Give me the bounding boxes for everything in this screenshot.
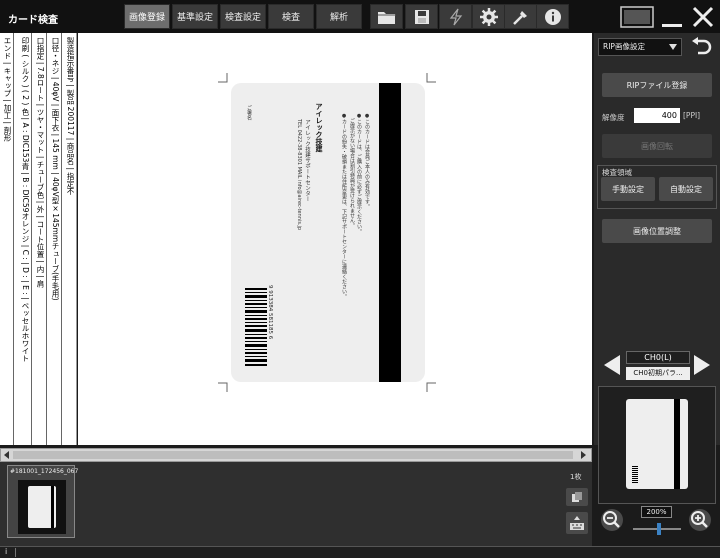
horizontal-scrollbar[interactable] — [0, 448, 592, 462]
undo-icon — [692, 37, 712, 55]
app-title: カード検査 — [8, 15, 58, 26]
save-icon — [414, 9, 429, 24]
crop-mark — [426, 382, 436, 392]
restore-window-button[interactable] — [620, 3, 654, 30]
app-window: カード検査 画像登録 基準設定 検査設定 検査 解析 製造指示番号 | 製品 2… — [0, 0, 720, 558]
folder-icon — [377, 11, 396, 24]
rip-file-register-button[interactable]: RIPファイル登録 — [602, 73, 712, 97]
info-icon — [544, 8, 561, 25]
close-icon — [692, 6, 714, 27]
channel-navigator: CH0(L) CH0初期パラ... — [594, 347, 720, 385]
minimize-button[interactable] — [658, 3, 685, 30]
crop-mark — [218, 73, 228, 83]
signature-label: ご署名 — [246, 105, 252, 120]
minimize-icon — [661, 23, 682, 27]
sheet-column: 口指定 | 7.8ロート | ツヤ・マット | チューブ色 | 外 | コート位… — [32, 33, 47, 445]
scrollbar-thumb[interactable] — [13, 451, 573, 459]
card-image: アイレック技建 ●このカードは会員ご本人のみ有効です。 ●このカードは、ご購入の… — [231, 83, 425, 382]
tools-button[interactable] — [504, 4, 537, 29]
thumbnail-label: #181001_172456_067 — [10, 468, 79, 475]
channel-preset-select[interactable]: CH0初期パラ... — [626, 367, 690, 380]
undo-button[interactable] — [686, 36, 716, 58]
keyboard-icon — [570, 516, 584, 530]
thumbnail-image — [18, 480, 66, 534]
filmstrip: #181001_172456_067 — [0, 462, 564, 546]
resolution-label: 解像度 — [602, 113, 625, 122]
keyboard-button[interactable] — [566, 512, 588, 534]
status-bar: i — [0, 546, 720, 558]
restore-icon — [620, 5, 654, 28]
save-button[interactable] — [405, 4, 438, 29]
zoom-slider[interactable] — [633, 523, 681, 535]
close-button[interactable] — [688, 3, 718, 30]
scroll-right-icon[interactable] — [579, 451, 587, 459]
tab-inspection[interactable]: 検査 — [268, 4, 314, 29]
chevron-down-icon — [669, 44, 677, 50]
preview-barcode — [632, 465, 638, 483]
tab-baseline-settings[interactable]: 基準設定 — [172, 4, 218, 29]
sheet-column: 製造指示番号 | 製品 200117 | 商品名 | 指定不 — [62, 33, 76, 445]
rip-settings-select[interactable]: RIP画像設定 — [598, 38, 682, 56]
sheet-column: 口径・ネジ | 40φV | 面下衣 | 145 mm | 40φV型×145m… — [47, 33, 62, 445]
sheet-column: 印刷 ( シルク ) ( 2 ) 色 | A : DIC153青 | B : D… — [14, 33, 32, 445]
title-bar: カード検査 画像登録 基準設定 検査設定 検査 解析 — [0, 0, 720, 33]
tab-image-register[interactable]: 画像登録 — [124, 4, 170, 29]
manual-setting-button[interactable]: 手動設定 — [601, 177, 655, 201]
tab-inspection-settings[interactable]: 検査設定 — [220, 4, 266, 29]
card-text-line: ●このカードは会員ご本人のみ有効です。 — [364, 113, 370, 209]
resolution-input[interactable]: 400 — [634, 108, 680, 123]
resolution-unit: [PPI] — [683, 111, 701, 120]
barcode — [245, 288, 267, 366]
card-text-line: アイレック技建サポートセンター — [304, 119, 310, 202]
instruction-sheet: 製造指示番号 | 製品 200117 | 商品名 | 指定不 口径・ネジ | 4… — [0, 33, 77, 445]
open-folder-button[interactable] — [370, 4, 403, 29]
card-brand: アイレック技建 — [315, 103, 323, 152]
zoom-in-icon[interactable] — [688, 508, 712, 532]
image-canvas[interactable]: アイレック技建 ●このカードは会員ご本人のみ有効です。 ●このカードは、ご購入の… — [78, 33, 592, 445]
wrench-icon — [512, 10, 527, 25]
prev-channel-icon[interactable] — [602, 353, 622, 377]
scroll-left-icon[interactable] — [3, 451, 11, 459]
image-rotate-button[interactable]: 画像回転 — [602, 134, 712, 158]
card-text-line: ●このカードは、ご購入の前に必ずご提示ください。 — [356, 113, 362, 234]
status-divider — [15, 548, 16, 557]
info-button[interactable] — [536, 4, 569, 29]
auto-setting-button[interactable]: 自動設定 — [659, 177, 713, 201]
lightning-icon — [449, 8, 462, 25]
thumbnail-stripe — [51, 486, 54, 528]
image-position-adjust-button[interactable]: 画像位置調整 — [602, 219, 712, 243]
crop-mark — [426, 73, 436, 83]
crop-mark — [218, 382, 228, 392]
zoom-slider-thumb[interactable] — [657, 523, 662, 535]
lightning-button[interactable] — [439, 4, 472, 29]
status-text: i — [5, 547, 8, 556]
filmstrip-thumbnail[interactable]: #181001_172456_067 — [7, 465, 79, 538]
card-text-line: TEL 0422-38-8301 MAIL info@airec-tennis.… — [296, 119, 302, 231]
card-text-line: ご提示がない場合は割引特典が受けられません。 — [349, 113, 355, 228]
image-count: 1枚 — [570, 473, 582, 481]
next-channel-icon[interactable] — [692, 353, 712, 377]
sheet-column: エンド | キャップ | 加工 | 剤形 — [0, 33, 14, 445]
preview-pane — [598, 386, 716, 504]
gear-icon — [479, 7, 498, 26]
channel-name: CH0(L) — [626, 351, 690, 364]
copy-button[interactable] — [566, 488, 588, 506]
tab-analysis[interactable]: 解析 — [316, 4, 362, 29]
preview-card — [626, 399, 688, 489]
preview-stripe — [674, 399, 680, 489]
rip-select-value: RIP画像設定 — [603, 42, 645, 51]
zoom-out-icon[interactable] — [600, 508, 624, 532]
magnetic-stripe — [379, 83, 401, 382]
zoom-level[interactable]: 200% — [641, 506, 672, 518]
barcode-number: 9 913384 581185 6 — [267, 285, 273, 340]
card-text-line: ●カードの紛失・破損または住所変更は、下記サポートセンターに連絡ください。 — [341, 113, 347, 299]
copy-icon — [572, 492, 582, 502]
settings-button[interactable] — [472, 4, 505, 29]
